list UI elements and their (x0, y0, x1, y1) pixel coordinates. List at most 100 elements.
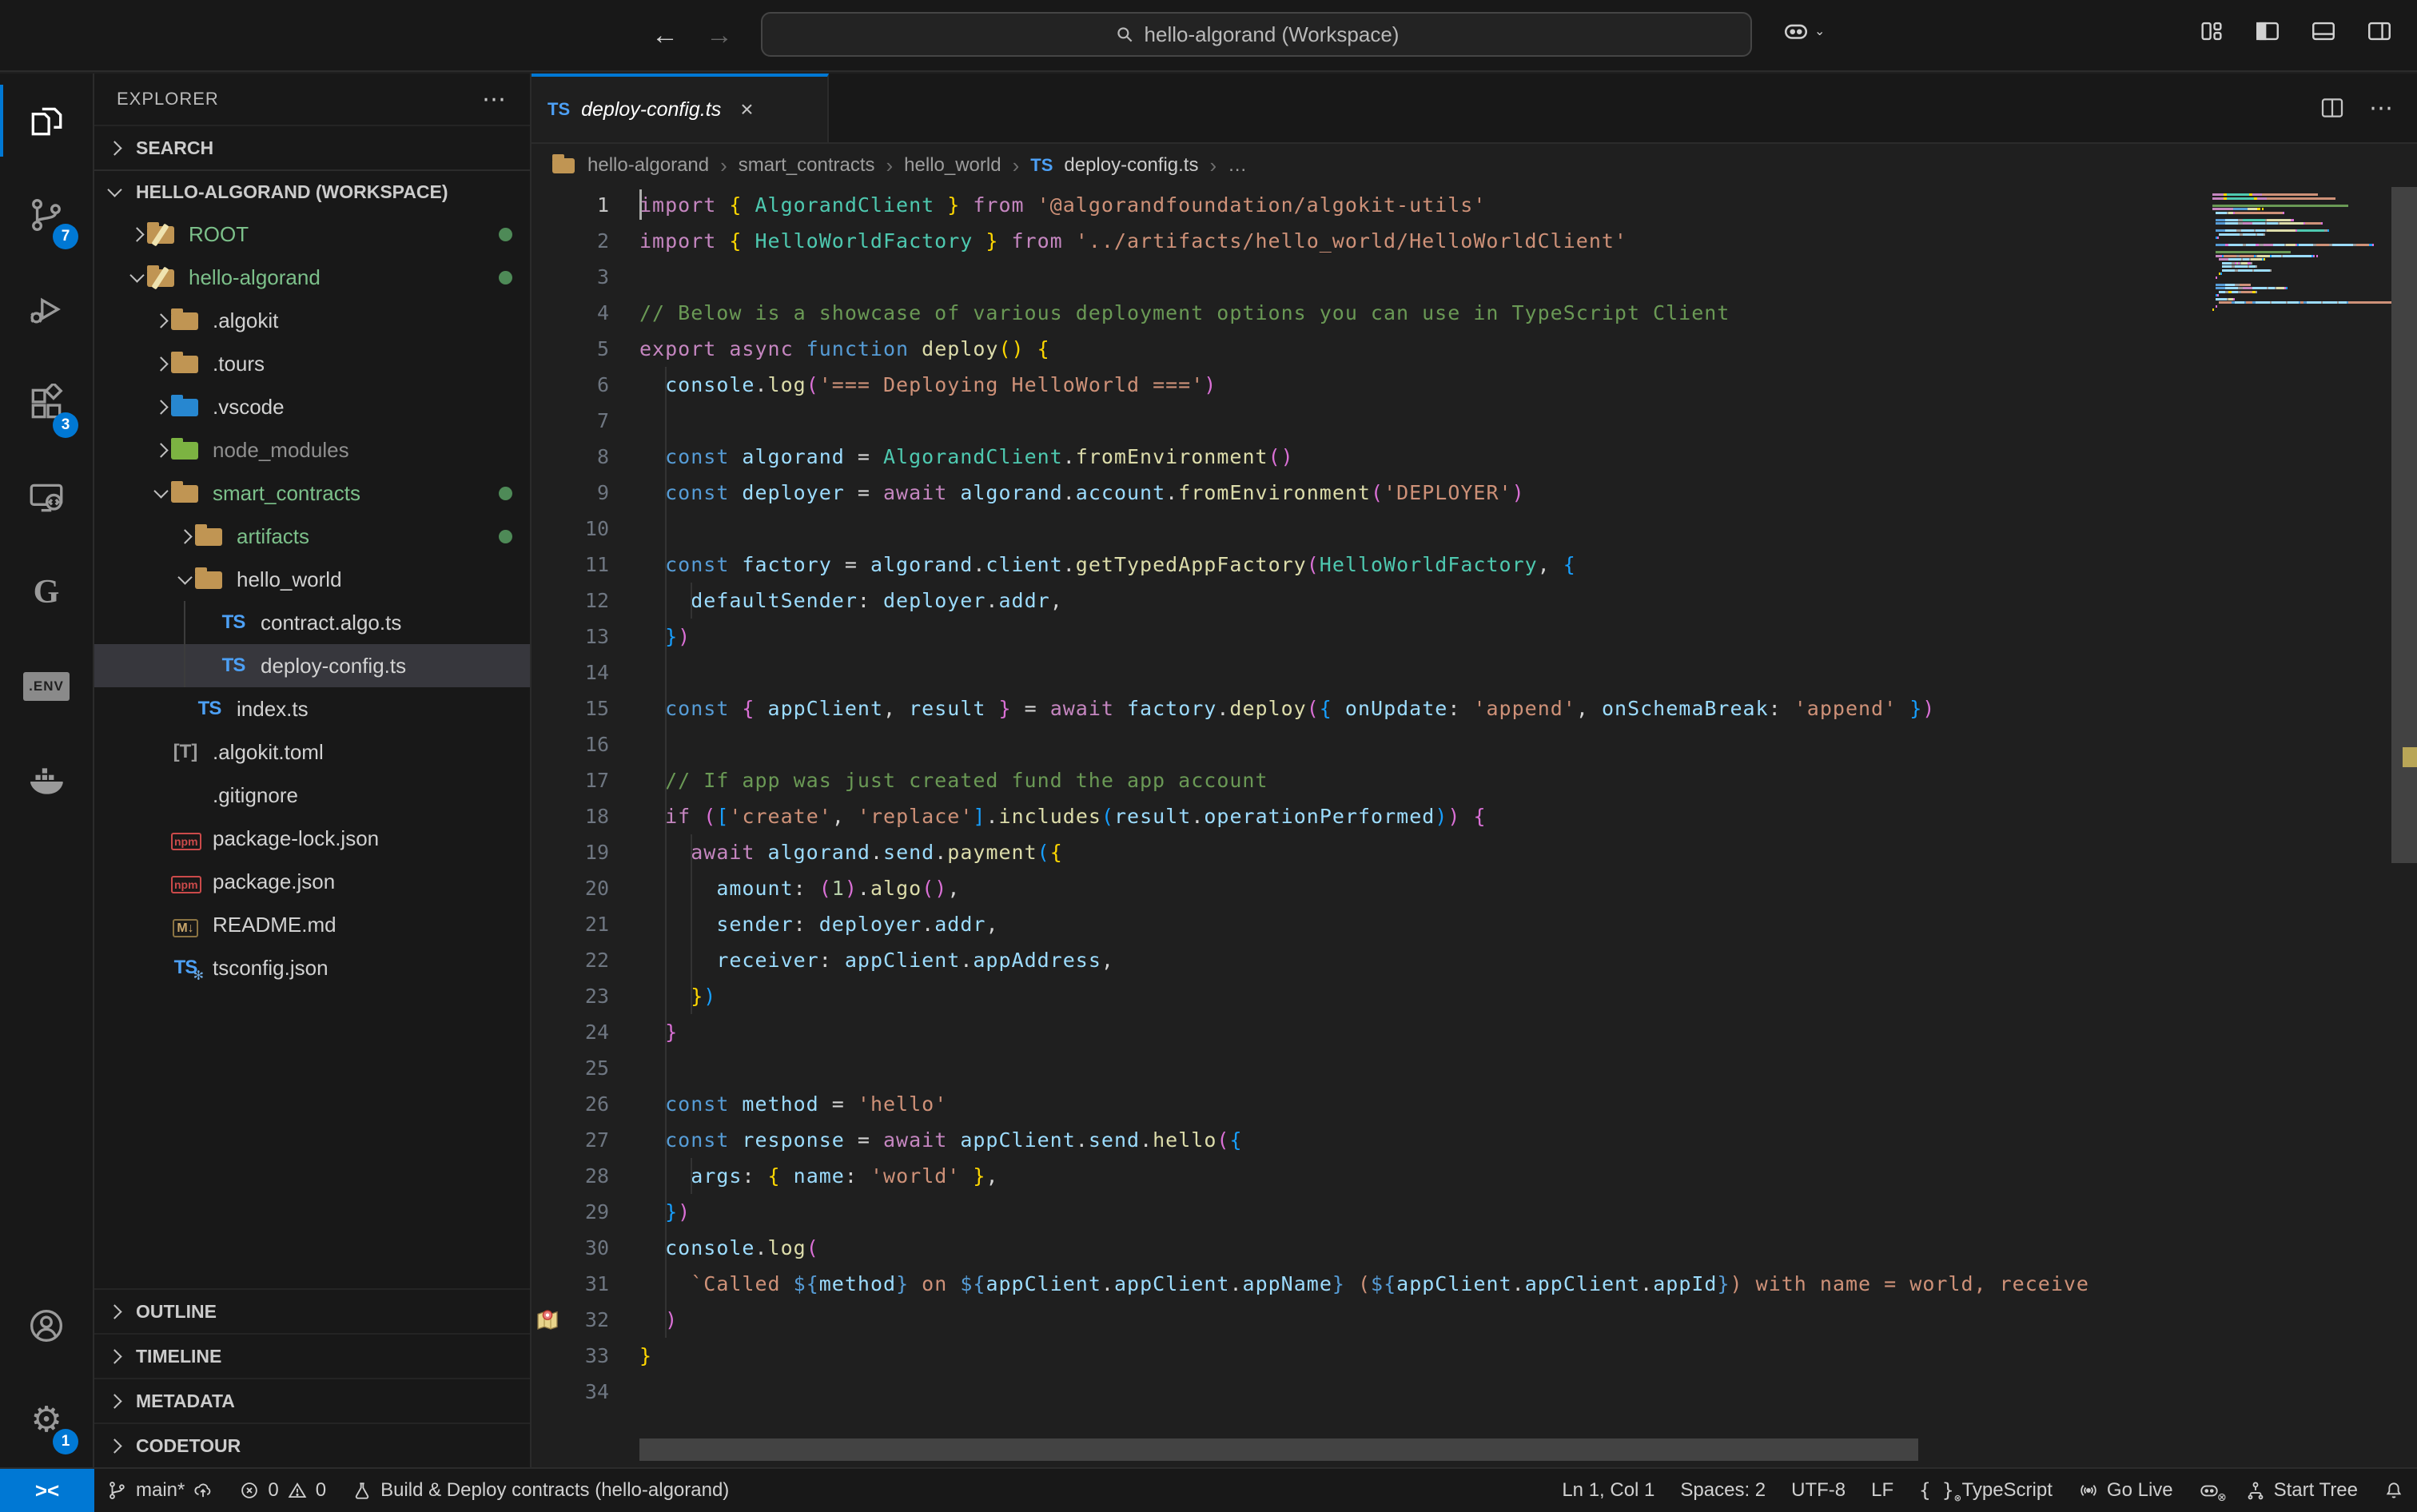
status-item-indentation[interactable]: Spaces: 2 (1667, 1469, 1778, 1512)
tree-item-index.ts[interactable]: TSindex.ts (94, 687, 530, 730)
code-line-14[interactable] (639, 655, 2202, 690)
search-section[interactable]: SEARCH (94, 125, 530, 169)
minimap[interactable] (2208, 187, 2391, 1467)
status-item-language-mode[interactable]: { }⊗TypeScript (1906, 1469, 2065, 1512)
status-item-copilot-status[interactable]: ⊗ (2186, 1469, 2232, 1512)
more-actions-icon[interactable]: ⋯ (482, 86, 508, 113)
code-line-17[interactable]: // If app was just created fund the app … (639, 762, 2202, 798)
customize-layout-icon[interactable] (2198, 18, 2225, 45)
breadcrumb-item[interactable]: hello-algorand (587, 154, 709, 177)
copilot-menu[interactable]: ⌄ (1782, 18, 1825, 45)
code-line-12[interactable]: defaultSender: deployer.addr, (639, 583, 2202, 619)
section-outline[interactable]: OUTLINE (94, 1288, 530, 1333)
tree-item-package.json[interactable]: npmpackage.json (94, 860, 530, 903)
status-item-git-branch[interactable]: main* (94, 1469, 226, 1512)
toggle-primary-sidebar-icon[interactable] (2254, 18, 2281, 45)
tab-deploy-config[interactable]: TS deploy-config.ts × (532, 74, 829, 142)
close-icon[interactable]: × (740, 97, 753, 122)
code-line-10[interactable] (639, 511, 2202, 547)
status-item-task-build-deploy[interactable]: Build & Deploy contracts (hello-algorand… (339, 1469, 742, 1512)
status-item-start-tree[interactable]: Start Tree (2232, 1469, 2371, 1512)
code-line-2[interactable]: import { HelloWorldFactory } from '../ar… (639, 223, 2202, 259)
code-line-31[interactable]: `Called ${method} on ${appClient.appClie… (639, 1266, 2202, 1302)
section-codetour[interactable]: CODETOUR (94, 1422, 530, 1467)
more-actions-icon[interactable]: ⋯ (2369, 94, 2395, 122)
tree-item-smart_contracts[interactable]: smart_contracts (94, 472, 530, 515)
command-center-search[interactable]: hello-algorand (Workspace) (761, 12, 1752, 57)
code-line-33[interactable]: } (639, 1338, 2202, 1374)
status-item-notifications[interactable] (2371, 1469, 2417, 1512)
status-item-go-live[interactable]: Go Live (2065, 1469, 2186, 1512)
code-line-7[interactable] (639, 403, 2202, 439)
code-line-13[interactable]: }) (639, 619, 2202, 655)
tree-item-README.md[interactable]: M↓README.md (94, 903, 530, 946)
activity-item-settings[interactable]: ⚙1 (0, 1373, 93, 1467)
tree-item-.tours[interactable]: .tours (94, 342, 530, 385)
code-line-28[interactable]: args: { name: 'world' }, (639, 1158, 2202, 1194)
workspace-section-header[interactable]: HELLO-ALGORAND (WORKSPACE) (94, 169, 530, 213)
codetour-map-icon[interactable] (535, 1307, 560, 1332)
tree-item-package-lock.json[interactable]: npmpackage-lock.json (94, 817, 530, 860)
activity-item-remote-explorer[interactable] (0, 451, 93, 545)
code-line-30[interactable]: console.log( (639, 1230, 2202, 1266)
code-area[interactable]: 1234567891011121314151617181920212223242… (532, 187, 2417, 1467)
code-line-16[interactable] (639, 726, 2202, 762)
code-line-27[interactable]: const response = await appClient.send.he… (639, 1122, 2202, 1158)
tree-item-contract.algo.ts[interactable]: TScontract.algo.ts (94, 601, 530, 644)
code-line-25[interactable] (639, 1050, 2202, 1086)
tree-item-.algokit.toml[interactable]: [T].algokit.toml (94, 730, 530, 774)
breadcrumb-item[interactable]: smart_contracts (739, 154, 875, 177)
activity-item-docker[interactable] (0, 734, 93, 828)
back-arrow-icon[interactable]: ← (651, 20, 679, 51)
activity-item-accounts[interactable] (0, 1279, 93, 1373)
status-item-cursor-position[interactable]: Ln 1, Col 1 (1549, 1469, 1667, 1512)
tree-item-.gitignore[interactable]: .gitignore (94, 774, 530, 817)
code-line-19[interactable]: await algorand.send.payment({ (639, 834, 2202, 870)
status-item-problems[interactable]: 00 (226, 1469, 339, 1512)
activity-item-extensions[interactable]: 3 (0, 356, 93, 451)
tree-item-deploy-config.ts[interactable]: TSdeploy-config.ts (94, 644, 530, 687)
tree-item-tsconfig.json[interactable]: TStsconfig.json (94, 946, 530, 989)
code-line-20[interactable]: amount: (1).algo(), (639, 870, 2202, 906)
code-line-4[interactable]: // Below is a showcase of various deploy… (639, 295, 2202, 331)
code-line-1[interactable]: import { AlgorandClient } from '@algoran… (639, 187, 2202, 223)
breadcrumb-item[interactable]: … (1228, 154, 1247, 177)
tree-item-artifacts[interactable]: artifacts (94, 515, 530, 558)
code-line-22[interactable]: receiver: appClient.appAddress, (639, 942, 2202, 978)
code-line-24[interactable]: } (639, 1014, 2202, 1050)
split-editor-icon[interactable] (2319, 95, 2345, 121)
toggle-panel-icon[interactable] (2310, 18, 2337, 45)
status-item-encoding[interactable]: UTF-8 (1778, 1469, 1858, 1512)
activity-item-source-control[interactable]: 7 (0, 168, 93, 262)
code-lines[interactable]: import { AlgorandClient } from '@algoran… (639, 187, 2202, 1410)
code-line-15[interactable]: const { appClient, result } = await fact… (639, 690, 2202, 726)
code-line-32[interactable]: ) (639, 1302, 2202, 1338)
tree-item-.vscode[interactable]: .vscode (94, 385, 530, 428)
breadcrumb-item[interactable]: deploy-config.ts (1064, 154, 1198, 177)
code-line-6[interactable]: console.log('=== Deploying HelloWorld ==… (639, 367, 2202, 403)
code-line-3[interactable] (639, 259, 2202, 295)
code-line-21[interactable]: sender: deployer.addr, (639, 906, 2202, 942)
code-line-29[interactable]: }) (639, 1194, 2202, 1230)
toggle-secondary-sidebar-icon[interactable] (2366, 18, 2393, 45)
tree-item-.algokit[interactable]: .algokit (94, 299, 530, 342)
code-line-5[interactable]: export async function deploy() { (639, 331, 2202, 367)
activity-item-dotenv[interactable]: .ENV (0, 639, 93, 734)
horizontal-scrollbar[interactable] (639, 1438, 1918, 1461)
tree-item-hello-algorand[interactable]: hello-algorand (94, 256, 530, 299)
section-metadata[interactable]: METADATA (94, 1378, 530, 1422)
code-line-34[interactable] (639, 1374, 2202, 1410)
tree-item-node_modules[interactable]: node_modules (94, 428, 530, 472)
tree-item-hello_world[interactable]: hello_world (94, 558, 530, 601)
breadcrumb-item[interactable]: hello_world (904, 154, 1001, 177)
code-line-18[interactable]: if (['create', 'replace'].includes(resul… (639, 798, 2202, 834)
code-line-9[interactable]: const deployer = await algorand.account.… (639, 475, 2202, 511)
forward-arrow-icon[interactable]: → (706, 20, 733, 51)
tree-item-ROOT[interactable]: ROOT (94, 213, 530, 256)
activity-item-run-and-debug[interactable] (0, 262, 93, 356)
code-line-26[interactable]: const method = 'hello' (639, 1086, 2202, 1122)
status-item-remote-indicator[interactable]: >< (0, 1469, 94, 1512)
status-item-eol[interactable]: LF (1858, 1469, 1906, 1512)
code-line-23[interactable]: }) (639, 978, 2202, 1014)
activity-item-gitlens[interactable]: G (0, 545, 93, 639)
